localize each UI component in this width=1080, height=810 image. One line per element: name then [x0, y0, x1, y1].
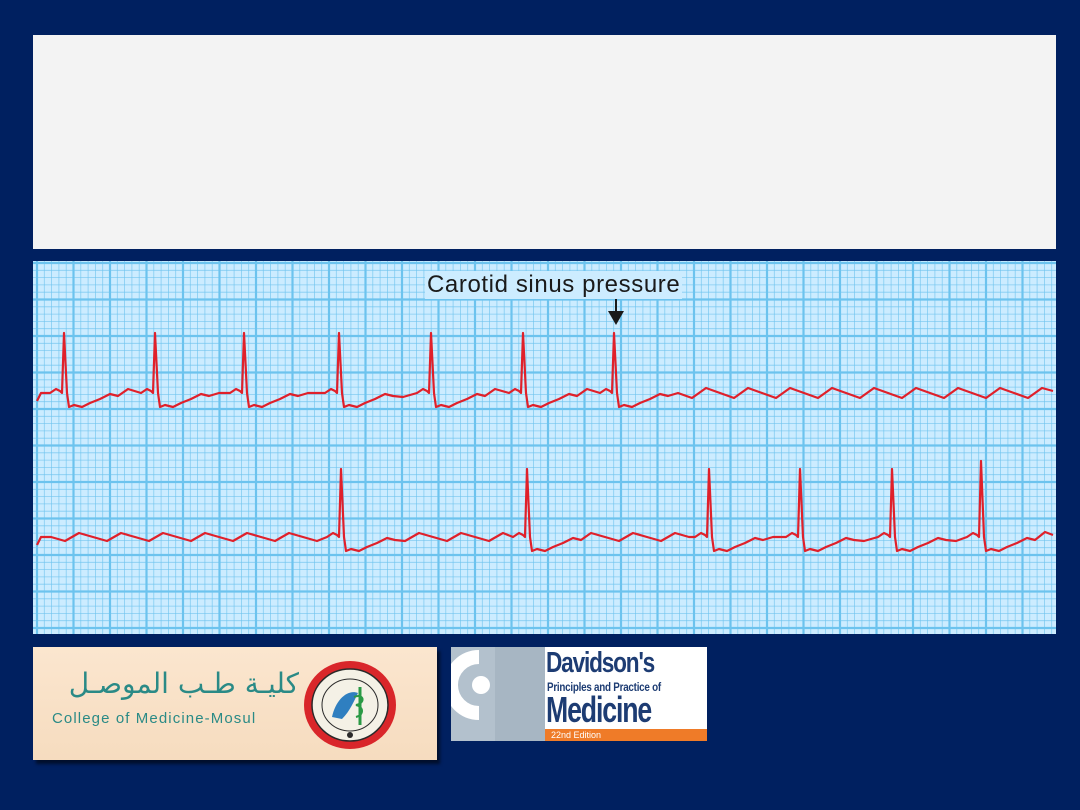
- edition-bar: 22nd Edition: [545, 729, 707, 741]
- college-logo: كليـة طـب الموصـل College of Medicine-Mo…: [33, 647, 437, 760]
- college-arabic-name: كليـة طـب الموصـل: [68, 667, 299, 700]
- book-title: Davidson's: [546, 647, 655, 679]
- book-circle-icon: [451, 647, 545, 741]
- college-english-name: College of Medicine-Mosul: [52, 710, 257, 727]
- ecg-chart: [33, 261, 1056, 634]
- title-panel: [33, 35, 1056, 249]
- book-edition: 22nd Edition: [551, 730, 602, 740]
- carotid-sinus-pressure-label: Carotid sinus pressure: [425, 271, 683, 299]
- davidsons-textbook-logo: Davidson's Principles and Practice of Me…: [451, 647, 707, 741]
- college-seal-icon: [304, 661, 396, 749]
- book-main-title: Medicine: [546, 689, 652, 730]
- ecg-strip: Carotid sinus pressure: [33, 261, 1056, 634]
- ecg-trace-top: [36, 331, 1054, 409]
